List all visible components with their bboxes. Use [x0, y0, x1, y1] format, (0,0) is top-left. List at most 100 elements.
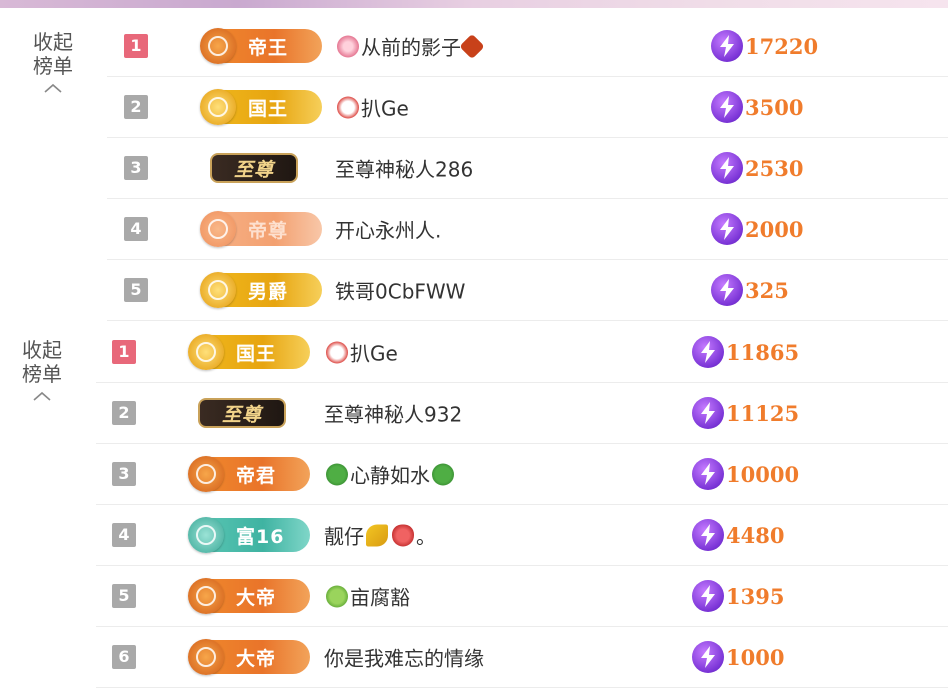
badge-label: 大帝: [236, 647, 277, 670]
level-emblem-icon: [200, 211, 236, 247]
leaderboard-list: 1 国王 扒Ge 11865 2 至尊 至尊神秘人932 11125 3 帝君 心静如水 10000 4…: [96, 322, 948, 688]
collapse-label-line1: 收起: [33, 30, 73, 54]
leaderboard-row[interactable]: 2 国王 扒Ge 3500: [107, 77, 948, 138]
lightning-bolt-icon: [692, 641, 724, 673]
badge-label: 帝君: [236, 464, 277, 487]
user-level-badge: 帝君: [188, 456, 310, 492]
badge-label: 至尊: [233, 158, 274, 181]
score-value: 11865: [726, 339, 800, 365]
level-emblem-icon: [200, 28, 236, 64]
level-emblem-icon: [188, 517, 224, 553]
badge-label: 帝尊: [248, 219, 289, 242]
rank-number: 3: [124, 156, 148, 180]
user-name-text: 至尊神秘人286: [335, 157, 474, 182]
contribution-score: 4480: [692, 519, 784, 551]
contribution-score: 2000: [711, 213, 803, 245]
user-name[interactable]: 开心永州人.: [335, 215, 441, 244]
score-value: 4480: [726, 522, 785, 548]
user-name-suffix: 。: [416, 524, 436, 549]
banana-emoji-icon: [366, 524, 388, 546]
score-value: 1395: [726, 583, 785, 609]
leaderboard-row[interactable]: 5 男爵 铁哥0CbFWW 325: [107, 260, 948, 321]
user-name-text: 心静如水: [350, 463, 430, 488]
collapse-board-button[interactable]: 收起 榜单: [12, 338, 72, 408]
badge-label: 男爵: [248, 280, 289, 303]
user-name-text: 至尊神秘人932: [324, 402, 463, 427]
user-level-badge: 帝王: [200, 28, 322, 64]
user-name[interactable]: 你是我难忘的情缘: [324, 643, 484, 672]
level-emblem-icon: [188, 456, 224, 492]
leaderboard-row[interactable]: 6 大帝 你是我难忘的情缘 1000: [96, 627, 948, 688]
badge-label: 国王: [236, 342, 277, 365]
user-name[interactable]: 扒Ge: [324, 338, 398, 367]
user-name[interactable]: 从前的影子: [335, 32, 485, 61]
leaderboard-row[interactable]: 4 富16 靓仔 。 4480: [96, 505, 948, 566]
chevron-up-icon: [33, 391, 51, 401]
user-name[interactable]: 扒Ge: [335, 93, 409, 122]
leaf-emoji-icon: [459, 33, 485, 59]
user-name[interactable]: 靓仔 。: [324, 521, 436, 550]
lightning-bolt-icon: [692, 397, 724, 429]
collapse-label-line1: 收起: [22, 338, 62, 362]
rank-number: 5: [124, 278, 148, 302]
contribution-score: 17220: [711, 30, 818, 62]
clover-emoji-icon: [326, 463, 348, 485]
leaderboard-row[interactable]: 3 至尊 至尊神秘人286 2530: [107, 138, 948, 199]
score-value: 11125: [726, 400, 800, 426]
rooster-emoji-icon: [326, 341, 348, 363]
user-name-text: 扒Ge: [361, 96, 409, 121]
user-name-text: 从前的影子: [361, 35, 461, 60]
leaderboard-list: 1 帝王 从前的影子 17220 2 国王 扒Ge 3500 3 至尊 至尊神秘人286 2530 4 帝…: [107, 16, 948, 321]
leaderboard-row[interactable]: 5 大帝 亩腐豁 1395: [96, 566, 948, 627]
lightning-bolt-icon: [711, 274, 743, 306]
user-name[interactable]: 心静如水: [324, 460, 456, 489]
contribution-score: 2530: [711, 152, 803, 184]
user-level-badge: 至尊: [198, 398, 286, 428]
collapse-label-line2: 榜单: [22, 362, 62, 386]
badge-label: 国王: [248, 97, 289, 120]
lightning-bolt-icon: [711, 152, 743, 184]
rank-number: 1: [124, 34, 148, 58]
user-name[interactable]: 至尊神秘人286: [335, 154, 473, 183]
score-value: 2530: [745, 155, 804, 181]
user-name-text: 亩腐豁: [350, 585, 410, 610]
clover-emoji-icon: [432, 463, 454, 485]
lightning-bolt-icon: [692, 336, 724, 368]
user-name[interactable]: 亩腐豁: [324, 582, 410, 611]
score-value: 3500: [745, 94, 804, 120]
user-level-badge: 国王: [200, 89, 322, 125]
frog-emoji-icon: [326, 585, 348, 607]
level-emblem-icon: [188, 334, 224, 370]
user-name[interactable]: 至尊神秘人932: [324, 399, 462, 428]
contribution-score: 11125: [692, 397, 799, 429]
level-emblem-icon: [188, 639, 224, 675]
chevron-up-icon: [44, 83, 62, 93]
leaderboard-row[interactable]: 3 帝君 心静如水 10000: [96, 444, 948, 505]
lightning-bolt-icon: [711, 213, 743, 245]
leaderboard-row[interactable]: 2 至尊 至尊神秘人932 11125: [96, 383, 948, 444]
user-name-text: 开心永州人.: [335, 218, 442, 243]
user-level-badge: 大帝: [188, 578, 310, 614]
contribution-score: 325: [711, 274, 789, 306]
badge-label: 大帝: [236, 586, 277, 609]
user-level-badge: 大帝: [188, 639, 310, 675]
user-name-text: 扒Ge: [350, 341, 398, 366]
user-name-text: 你是我难忘的情缘: [324, 646, 484, 671]
user-level-badge: 帝尊: [200, 211, 322, 247]
badge-label: 富16: [236, 525, 285, 548]
score-value: 2000: [745, 216, 804, 242]
contribution-score: 11865: [692, 336, 799, 368]
contribution-score: 1000: [692, 641, 784, 673]
collapse-board-button[interactable]: 收起 榜单: [23, 30, 83, 100]
rank-number: 1: [112, 340, 136, 364]
leaderboard-row[interactable]: 1 帝王 从前的影子 17220: [107, 16, 948, 77]
contribution-score: 10000: [692, 458, 799, 490]
user-name-text: 铁哥0CbFWW: [335, 279, 466, 304]
lightning-bolt-icon: [711, 30, 743, 62]
berry-emoji-icon: [392, 524, 414, 546]
score-value: 10000: [726, 461, 800, 487]
user-name[interactable]: 铁哥0CbFWW: [335, 276, 465, 305]
user-level-badge: 至尊: [210, 153, 298, 183]
leaderboard-row[interactable]: 1 国王 扒Ge 11865: [96, 322, 948, 383]
leaderboard-row[interactable]: 4 帝尊 开心永州人. 2000: [107, 199, 948, 260]
